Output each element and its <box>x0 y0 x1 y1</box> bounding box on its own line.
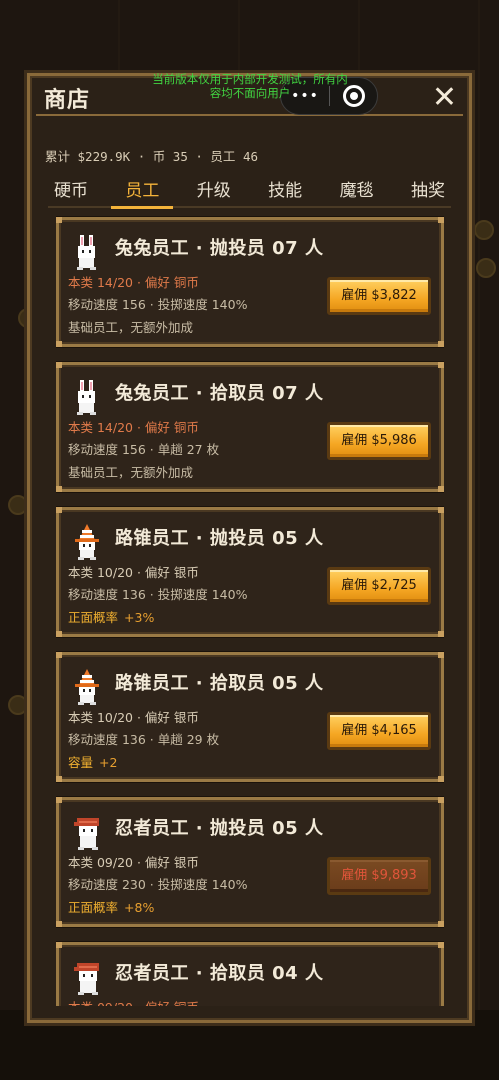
tab-lottery[interactable]: 抽奖 <box>405 176 451 206</box>
staff-card: 忍者员工 · 抛投员 05 人 本类 09/20 · 偏好 银币 移动速度 23… <box>56 797 444 927</box>
staff-category-line: 本类 10/20 · 偏好 银币 <box>68 710 199 725</box>
hire-button[interactable]: 雇佣 $2,725 <box>327 567 431 605</box>
hire-button[interactable]: 雇佣 $9,893 <box>327 857 431 895</box>
shop-stats: 累计 $229.9K · 币 35 · 员工 46 <box>45 149 259 164</box>
staff-list[interactable]: 兔兔员工 · 抛投员 07 人 本类 14/20 · 偏好 铜币 移动速度 15… <box>56 215 444 1006</box>
staff-category-line: 本类 10/20 · 偏好 银币 <box>68 565 199 580</box>
staff-title: 忍者员工 · 抛投员 05 人 <box>115 818 324 839</box>
rabbit-avatar-icon <box>77 235 96 270</box>
traffic-cone-avatar-icon <box>75 669 99 705</box>
staff-card: 兔兔员工 · 抛投员 07 人 本类 14/20 · 偏好 铜币 移动速度 15… <box>56 217 444 347</box>
coin-icon <box>474 220 494 240</box>
tab-magic-carpet[interactable]: 魔毯 <box>334 176 380 206</box>
staff-bonus-line: 正面概率 +8% <box>68 900 155 915</box>
staff-stats-line: 移动速度 156 · 单趟 27 枚 <box>68 442 220 457</box>
staff-stats-line: 移动速度 136 · 投掷速度 140% <box>68 587 248 602</box>
staff-stats-line: 移动速度 156 · 投掷速度 140% <box>68 297 248 312</box>
ninja-avatar-icon <box>74 963 99 995</box>
tab-coins[interactable]: 硬币 <box>48 176 94 206</box>
staff-title: 兔兔员工 · 拾取员 07 人 <box>115 383 324 404</box>
staff-category-line: 本类 09/20 · 偏好 银币 <box>68 855 199 870</box>
staff-card: 忍者员工 · 拾取员 04 人 本类 09/20 · 偏好 铜币 <box>56 942 444 1006</box>
dev-build-notice: 当前版本仅用于内部开发测试，所有内容均不面向用户 <box>152 72 348 100</box>
hire-button[interactable]: 雇佣 $3,822 <box>327 277 431 315</box>
shop-panel: 商店 ✕ 累计 $229.9K · 币 35 · 员工 46 硬币 员工 升级 … <box>27 73 472 1023</box>
staff-card: 路锥员工 · 抛投员 05 人 本类 10/20 · 偏好 银币 移动速度 13… <box>56 507 444 637</box>
close-icon[interactable]: ✕ <box>432 83 457 113</box>
staff-stats-line: 移动速度 136 · 单趟 29 枚 <box>68 732 220 747</box>
staff-title: 路锥员工 · 抛投员 05 人 <box>115 528 324 549</box>
hire-button[interactable]: 雇佣 $4,165 <box>327 712 431 750</box>
staff-title: 兔兔员工 · 抛投员 07 人 <box>115 238 324 259</box>
staff-category-line: 本类 14/20 · 偏好 铜币 <box>68 275 199 290</box>
staff-bonus-line: 基础员工，无额外加成 <box>68 320 194 335</box>
rabbit-avatar-icon <box>77 380 96 415</box>
tab-upgrade[interactable]: 升级 <box>191 176 237 206</box>
ninja-avatar-icon <box>74 818 99 850</box>
staff-bonus-line: 容量 +2 <box>68 755 118 770</box>
bonus-value: +3% <box>124 610 155 625</box>
staff-bonus-line: 正面概率 +3% <box>68 610 155 625</box>
coin-icon <box>8 495 28 515</box>
staff-stats-line: 移动速度 230 · 投掷速度 140% <box>68 877 248 892</box>
staff-title: 路锥员工 · 拾取员 05 人 <box>115 673 324 694</box>
bonus-value: +8% <box>124 900 155 915</box>
shop-title: 商店 <box>44 88 91 113</box>
staff-card: 兔兔员工 · 拾取员 07 人 本类 14/20 · 偏好 铜币 移动速度 15… <box>56 362 444 492</box>
staff-category-line: 本类 09/20 · 偏好 铜币 <box>68 997 199 1006</box>
staff-bonus-line: 基础员工，无额外加成 <box>68 465 194 480</box>
coin-icon <box>8 695 28 715</box>
shop-tabs: 硬币 员工 升级 技能 魔毯 抽奖 <box>48 176 451 209</box>
tab-staff[interactable]: 员工 <box>111 176 174 209</box>
tab-skills[interactable]: 技能 <box>262 176 308 206</box>
staff-title: 忍者员工 · 拾取员 04 人 <box>115 963 324 984</box>
hire-button[interactable]: 雇佣 $5,986 <box>327 422 431 460</box>
bonus-value: +2 <box>99 755 118 770</box>
coin-icon <box>476 258 496 278</box>
staff-category-line: 本类 14/20 · 偏好 铜币 <box>68 420 199 435</box>
traffic-cone-avatar-icon <box>75 524 99 560</box>
staff-card: 路锥员工 · 拾取员 05 人 本类 10/20 · 偏好 银币 移动速度 13… <box>56 652 444 782</box>
